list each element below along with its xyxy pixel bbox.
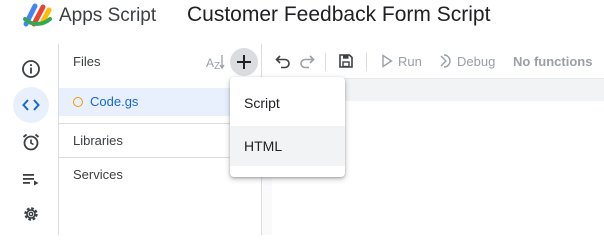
overview-button[interactable] <box>13 51 49 87</box>
files-title: Files <box>73 54 101 69</box>
add-file-button[interactable] <box>230 48 258 76</box>
project-title[interactable]: Customer Feedback Form Script <box>187 2 490 28</box>
app-header: Apps Script Customer Feedback Form Scrip… <box>0 0 604 40</box>
file-status-dot <box>73 97 83 107</box>
redo-icon[interactable] <box>298 52 316 70</box>
left-nav-rail <box>0 44 59 235</box>
sort-az-icon[interactable]: A Z <box>205 52 227 72</box>
toolbar-divider <box>325 53 326 71</box>
function-select[interactable]: No functions <box>513 54 592 69</box>
code-icon <box>22 99 40 111</box>
executions-button[interactable] <box>13 161 49 197</box>
editor-toolbar: Run Debug No functions <box>262 44 604 79</box>
libraries-label: Libraries <box>73 133 123 148</box>
info-icon <box>22 60 40 78</box>
editor-button[interactable] <box>13 87 49 123</box>
triggers-button[interactable] <box>13 124 49 160</box>
project-settings-button[interactable] <box>13 196 49 232</box>
menu-item-label: Script <box>244 95 280 111</box>
services-label: Services <box>73 167 123 182</box>
add-file-menu: Script HTML <box>230 77 345 177</box>
save-icon[interactable] <box>337 52 355 70</box>
menu-item-label: HTML <box>244 138 283 154</box>
executions-list-icon <box>23 174 39 186</box>
files-header: Files A Z <box>59 44 262 79</box>
undo-icon[interactable] <box>274 52 292 70</box>
svg-text:A: A <box>206 56 214 70</box>
menu-item-html[interactable]: HTML <box>230 126 345 166</box>
plus-icon <box>237 55 251 69</box>
play-icon <box>382 54 393 68</box>
file-name: Code.gs <box>90 94 139 109</box>
debug-icon <box>440 54 451 68</box>
debug-button[interactable]: Debug <box>457 54 495 69</box>
toolbar-divider <box>366 53 367 71</box>
apps-script-logo-icon[interactable] <box>22 2 52 30</box>
svg-text:Z: Z <box>214 61 220 72</box>
alarm-clock-icon <box>22 133 40 151</box>
run-button[interactable]: Run <box>398 54 422 69</box>
menu-item-script[interactable]: Script <box>230 83 345 123</box>
gear-icon <box>24 207 38 221</box>
app-name[interactable]: Apps Script <box>59 4 156 28</box>
